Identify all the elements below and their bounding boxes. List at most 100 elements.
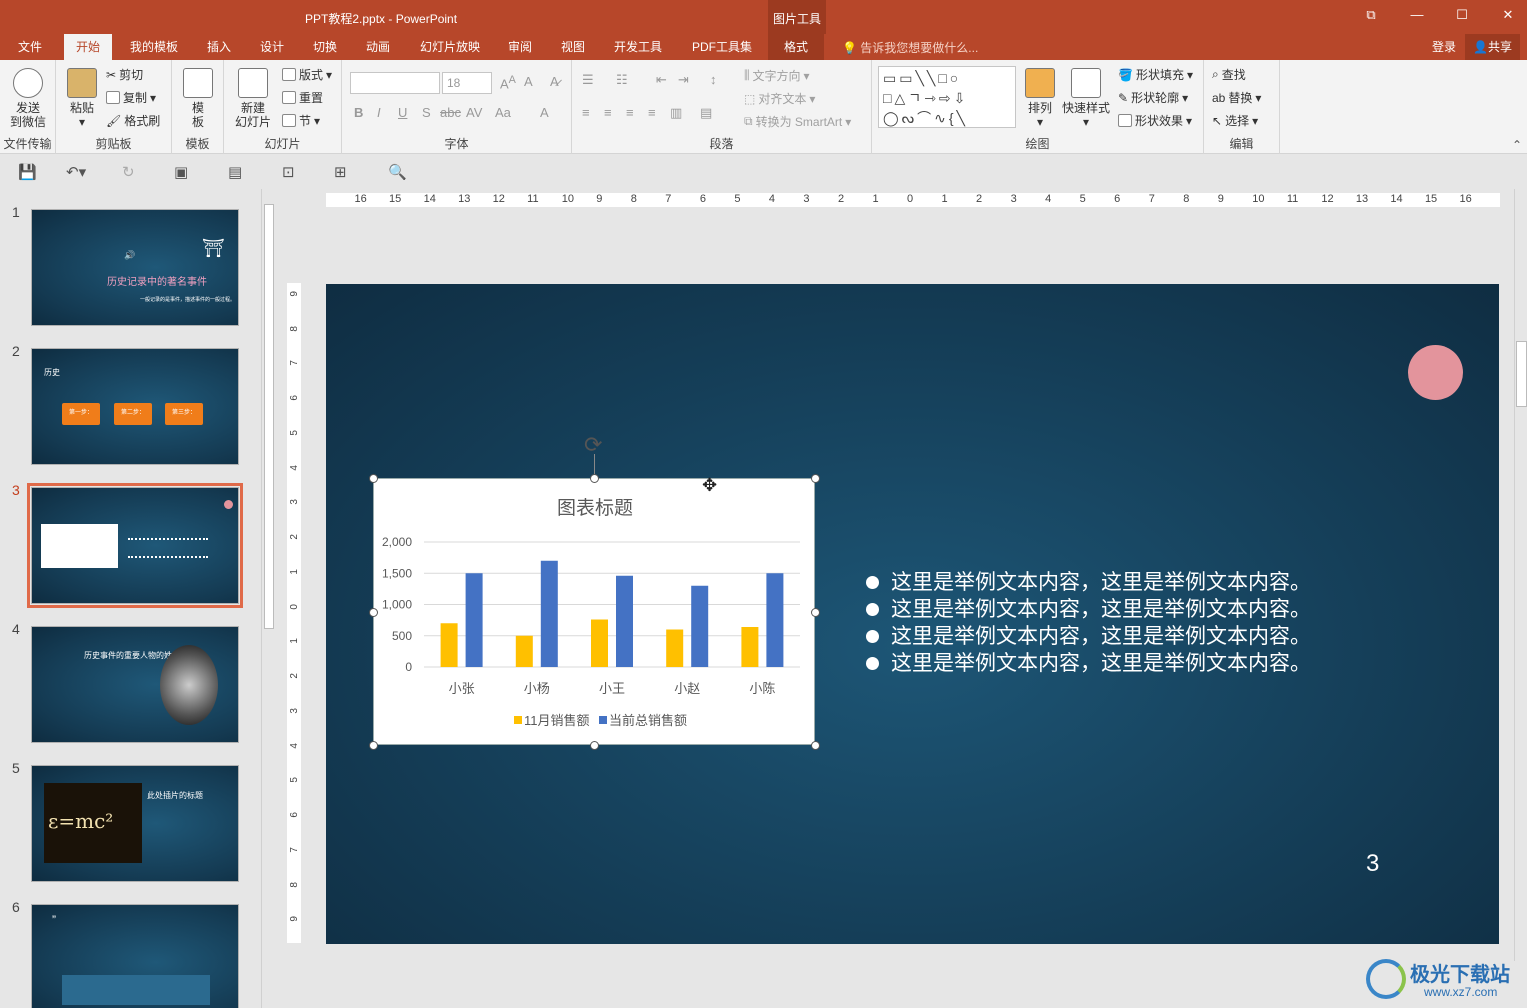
slide-thumbnail-1[interactable]: 历史记录中的著名事件 一般记录的是事件，描述事件的一般过程。 🔊 ⛩ <box>31 209 239 326</box>
vertical-ruler[interactable]: 9 8 7 6 5 4 3 2 1 0 1 2 3 4 5 6 7 8 9 <box>287 283 301 943</box>
slide-scrollbar[interactable] <box>1514 189 1527 961</box>
convert-smartart-button[interactable]: ⧉ 转换为 SmartArt ▾ <box>744 113 851 130</box>
resize-handle-bl[interactable] <box>369 741 378 750</box>
minimize-icon[interactable]: — <box>1402 7 1432 22</box>
slide-thumbnail-6[interactable]: ” <box>31 904 239 1008</box>
scrollbar-thumb[interactable] <box>1516 341 1527 407</box>
align-text-button[interactable]: ⬚ 对齐文本 ▾ <box>744 90 815 107</box>
replace-button[interactable]: ab 替换 ▾ <box>1212 89 1261 106</box>
shadow-icon[interactable]: S <box>422 105 431 120</box>
increase-indent-icon[interactable]: ⇥ <box>678 72 689 88</box>
font-size-combo[interactable]: 18 <box>442 72 492 94</box>
rect-shape-icon[interactable]: □△ㄱ⇾⇨⇩ <box>883 90 968 106</box>
char-spacing-icon[interactable]: AV <box>466 105 482 120</box>
pink-circle-shape[interactable] <box>1408 345 1463 400</box>
align-right-icon[interactable]: ≡ <box>626 105 634 120</box>
line-spacing-icon[interactable]: ↕ <box>710 72 717 87</box>
tell-me-box[interactable]: 💡 告诉我您想要做什么... <box>842 39 978 56</box>
redo-icon[interactable]: ↻ <box>122 163 135 181</box>
slide-thumbnail-2[interactable]: 历史 第一步： 第二步： 第三步： <box>31 348 239 465</box>
align-left-icon[interactable]: ≡ <box>582 105 590 120</box>
thumbnails-scrollbar[interactable] <box>261 189 275 1008</box>
align-center-icon[interactable]: ≡ <box>604 105 612 120</box>
tab-transitions[interactable]: 切换 <box>309 38 341 55</box>
present-icon[interactable]: ⊡ <box>282 163 295 181</box>
quick-styles-button[interactable]: 快速样式 ▾ <box>1060 68 1112 129</box>
slide-canvas[interactable]: 这里是举例文本内容，这里是举例文本内容。 这里是举例文本内容，这里是举例文本内容… <box>326 284 1499 944</box>
find-button[interactable]: ⌕ 查找 <box>1212 66 1246 83</box>
login-link[interactable]: 登录 <box>1428 38 1460 55</box>
tab-pdf-tools[interactable]: PDF工具集 <box>688 38 756 55</box>
new-slide-button[interactable]: 新建 幻灯片 <box>228 68 278 129</box>
share-button[interactable]: 👤共享 <box>1465 34 1520 60</box>
from-start-icon[interactable]: ▣ <box>174 163 188 181</box>
send-to-wechat-button[interactable]: 发送 到微信 <box>8 68 48 129</box>
select-button[interactable]: ↖ 选择 ▾ <box>1212 112 1258 129</box>
shapes-gallery[interactable]: ▭▭╲╲□○ □△ㄱ⇾⇨⇩ ◯ᔓ⌒∿{╲ <box>878 66 1016 128</box>
template-button[interactable]: 模 板 <box>182 68 214 129</box>
collapse-ribbon-icon[interactable]: ⌃ <box>1512 138 1522 152</box>
tab-file[interactable]: 文件 <box>14 38 46 55</box>
resize-handle-t[interactable] <box>590 474 599 483</box>
font-name-combo[interactable] <box>350 72 440 94</box>
font-color-icon[interactable]: A <box>540 105 549 120</box>
strikethrough-icon[interactable]: abc <box>440 105 461 120</box>
resize-handle-br[interactable] <box>811 741 820 750</box>
horizontal-ruler[interactable]: 16 15 14 13 12 11 10 9 8 7 6 5 4 3 2 1 0 1 2 3 4 5 6 7 8 9 10 11 12 1… <box>326 193 1500 207</box>
bullets-icon[interactable]: ☰ <box>582 72 594 88</box>
bullet-textbox[interactable]: 这里是举例文本内容，这里是举例文本内容。 这里是举例文本内容，这里是举例文本内容… <box>866 569 1311 677</box>
text-direction-button[interactable]: ⫼ 文字方向 ▾ <box>744 67 810 84</box>
resize-handle-tr[interactable] <box>811 474 820 483</box>
section-button[interactable]: 节 ▾ <box>282 112 320 129</box>
maximize-icon[interactable]: ☐ <box>1447 7 1477 23</box>
italic-icon[interactable]: I <box>377 105 381 120</box>
scrollbar-thumb[interactable] <box>264 204 274 629</box>
tab-slideshow[interactable]: 幻灯片放映 <box>416 38 484 55</box>
tab-my-templates[interactable]: 我的模板 <box>126 38 182 55</box>
paste-button[interactable]: 粘贴 ▾ <box>64 68 100 129</box>
columns-icon[interactable]: ▤ <box>700 105 712 121</box>
tab-review[interactable]: 审阅 <box>504 38 536 55</box>
close-icon[interactable]: ✕ <box>1493 7 1523 23</box>
change-case-icon[interactable]: Aa <box>495 105 511 120</box>
tab-animations[interactable]: 动画 <box>362 38 394 55</box>
textbox-icon[interactable]: ▤ <box>228 163 242 181</box>
resize-handle-tl[interactable] <box>369 474 378 483</box>
shrink-font-icon[interactable]: A <box>524 74 533 89</box>
resize-handle-b[interactable] <box>590 741 599 750</box>
tab-home[interactable]: 开始 <box>64 34 113 60</box>
shape-effects-button[interactable]: 形状效果 ▾ <box>1118 112 1192 129</box>
shape-outline-button[interactable]: ✎ 形状轮廓 ▾ <box>1118 89 1188 106</box>
decrease-indent-icon[interactable]: ⇤ <box>656 72 667 88</box>
slideshow-icon[interactable]: ⊞ <box>334 163 347 181</box>
slide-thumbnail-4[interactable]: 历史事件的重要人物的姓名 <box>31 626 239 743</box>
tab-format[interactable]: 格式 <box>768 34 825 60</box>
tab-view[interactable]: 视图 <box>557 38 589 55</box>
bold-icon[interactable]: B <box>354 105 363 120</box>
numbering-icon[interactable]: ☷ <box>616 72 628 88</box>
shape-fill-button[interactable]: 🪣 形状填充 ▾ <box>1118 66 1193 83</box>
tab-insert[interactable]: 插入 <box>203 38 235 55</box>
curve-shape-icon[interactable]: ◯ᔓ⌒∿{╲ <box>883 110 968 126</box>
print-preview-icon[interactable]: 🔍 <box>388 163 407 181</box>
arrange-button[interactable]: 排列 ▾ <box>1024 68 1056 129</box>
cut-button[interactable]: ✂ 剪切 <box>106 66 143 83</box>
format-painter-button[interactable]: 🖌 格式刷 <box>106 112 160 129</box>
grow-font-icon[interactable]: AA <box>500 74 516 91</box>
resize-handle-l[interactable] <box>369 608 378 617</box>
reset-button[interactable]: 重置 <box>282 89 323 106</box>
chart-object[interactable]: 图表标题 0 500 1,000 1,500 2,000 小张 小杨 小王 小赵 小陈 11月销售额 当… <box>373 478 815 745</box>
textbox-shape-icon[interactable]: ▭▭╲╲□○ <box>883 70 961 86</box>
tab-developer[interactable]: 开发工具 <box>610 38 666 55</box>
restore-ribbon-icon[interactable]: ⧉ <box>1356 7 1386 23</box>
resize-handle-r[interactable] <box>811 608 820 617</box>
slide-thumbnail-5[interactable]: ε=mc² 此处插片的标题 <box>31 765 239 882</box>
undo-icon[interactable]: ↶▾ <box>66 163 86 181</box>
distribute-icon[interactable]: ▥ <box>670 105 682 121</box>
layout-button[interactable]: 版式 ▾ <box>282 66 332 83</box>
justify-icon[interactable]: ≡ <box>648 105 656 120</box>
clear-format-icon[interactable]: A̷ <box>550 74 559 89</box>
save-icon[interactable]: 💾 <box>18 163 37 181</box>
slide-thumbnail-3[interactable] <box>27 483 243 608</box>
tab-design[interactable]: 设计 <box>256 38 288 55</box>
